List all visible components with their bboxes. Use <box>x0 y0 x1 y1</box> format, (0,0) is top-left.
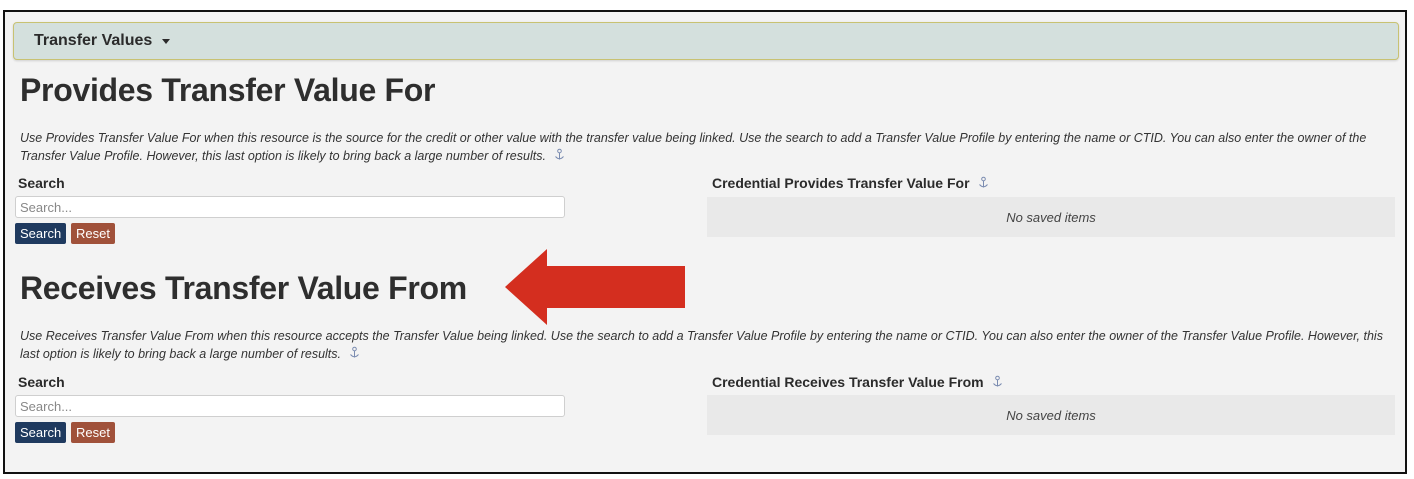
receives-saved-items: No saved items <box>707 395 1395 435</box>
provides-search-label: Search <box>18 175 65 191</box>
provides-title: Provides Transfer Value For <box>20 72 436 108</box>
receives-reset-button[interactable]: Reset <box>71 422 115 443</box>
info-icon[interactable] <box>348 346 361 359</box>
provides-reset-button[interactable]: Reset <box>71 223 115 244</box>
provides-description: Use Provides Transfer Value For when thi… <box>20 129 1390 165</box>
info-icon[interactable] <box>991 375 1004 388</box>
provides-search-input[interactable] <box>15 196 565 218</box>
transfer-values-panel: Transfer Values Provides Transfer Value … <box>3 10 1407 474</box>
provides-saved-items: No saved items <box>707 197 1395 237</box>
transfer-values-section-toggle[interactable]: Transfer Values <box>13 22 1399 60</box>
receives-description-text: Use Receives Transfer Value From when th… <box>20 329 1383 361</box>
section-title: Transfer Values <box>34 32 153 49</box>
info-icon[interactable] <box>553 148 566 161</box>
receives-description: Use Receives Transfer Value From when th… <box>20 327 1390 363</box>
provides-search-button[interactable]: Search <box>15 223 67 244</box>
receives-title: Receives Transfer Value From <box>20 270 467 306</box>
provides-credential-label: Credential Provides Transfer Value For <box>712 175 990 191</box>
caret-down-icon <box>162 38 171 44</box>
receives-search-label: Search <box>18 374 65 390</box>
receives-credential-label: Credential Receives Transfer Value From <box>712 374 1004 390</box>
info-icon[interactable] <box>977 176 990 189</box>
provides-description-text: Use Provides Transfer Value For when thi… <box>20 131 1367 163</box>
provides-credential-label-text: Credential Provides Transfer Value For <box>712 175 970 191</box>
receives-credential-label-text: Credential Receives Transfer Value From <box>712 374 984 390</box>
receives-search-input[interactable] <box>15 395 565 417</box>
receives-search-button[interactable]: Search <box>15 422 67 443</box>
left-arrow-annotation-icon <box>505 249 685 325</box>
